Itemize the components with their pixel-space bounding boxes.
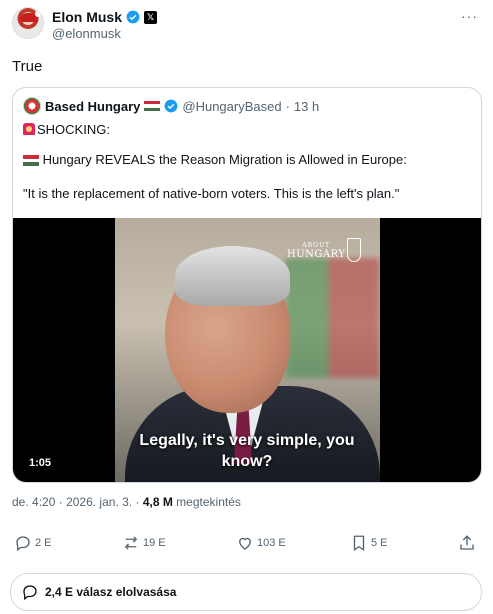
crest-icon: [347, 238, 361, 262]
caption-line-2: know?: [221, 453, 273, 470]
quoted-handle: @HungaryBased: [182, 98, 282, 114]
reply-button[interactable]: 2 E: [14, 534, 52, 552]
share-button[interactable]: [458, 534, 476, 552]
quoted-avatar[interactable]: [23, 97, 41, 115]
repost-icon: [124, 536, 138, 550]
meta-separator: ·: [58, 495, 63, 509]
video-duration: 1:05: [29, 457, 52, 469]
author-name-row: Elon Musk 𝕏: [52, 9, 158, 25]
meta-separator: ·: [135, 495, 140, 509]
video-player[interactable]: ABOUT HUNGARY Legally, it's very simple,…: [13, 218, 481, 482]
view-count: 4,8 M: [142, 495, 173, 509]
bookmark-button[interactable]: 5 E: [350, 534, 388, 552]
quoted-line-2-text: Hungary REVEALS the Reason Migration is …: [42, 152, 407, 167]
bookmark-icon: [353, 535, 365, 552]
reply-bubble-icon: [23, 585, 37, 601]
quoted-line-3: "It is the replacement of native-born vo…: [23, 186, 400, 201]
author-handle[interactable]: @elonmusk: [52, 26, 121, 41]
views-label: megtekintés: [176, 495, 241, 509]
video-caption: Legally, it's very simple, you know?: [13, 430, 481, 472]
like-button[interactable]: 103 E: [236, 534, 286, 552]
x-affiliate-icon: 𝕏: [144, 10, 158, 24]
bookmark-count: 5 E: [371, 537, 388, 549]
author-name[interactable]: Elon Musk: [52, 9, 122, 25]
siren-icon: [23, 123, 35, 135]
like-count: 103 E: [257, 537, 286, 549]
watermark-small: ABOUT: [302, 242, 331, 249]
author-avatar[interactable]: [12, 7, 44, 39]
post-text: True: [12, 58, 43, 75]
quoted-line-1-text: SHOCKING:: [37, 122, 110, 137]
hungary-flag-icon: [23, 155, 39, 167]
post-time[interactable]: de. 4:20: [12, 495, 55, 509]
quoted-line-1: SHOCKING:: [23, 121, 110, 138]
post-date[interactable]: 2026. jan. 3.: [66, 495, 132, 509]
share-icon: [460, 535, 474, 550]
quoted-post[interactable]: Based Hungary @HungaryBased · 13 h SHOCK…: [12, 87, 482, 483]
quoted-time[interactable]: 13 h: [294, 99, 319, 114]
more-options-icon[interactable]: ···: [461, 8, 478, 24]
watermark-big: HUNGARY: [287, 249, 346, 260]
heart-icon: [239, 537, 251, 550]
post-meta: de. 4:20 · 2026. jan. 3. · 4,8 M megteki…: [12, 495, 241, 509]
quoted-line-2: Hungary REVEALS the Reason Migration is …: [23, 151, 407, 168]
repost-count: 19 E: [143, 537, 166, 549]
action-bar: 2 E 19 E 103 E 5 E: [12, 534, 482, 560]
post-header: Elon Musk 𝕏 @elonmusk ···: [12, 6, 482, 46]
read-replies-label: 2,4 E válasz elolvasása: [45, 585, 177, 599]
quoted-header: Based Hungary @HungaryBased · 13 h: [23, 97, 319, 115]
verified-badge-icon: [164, 99, 178, 113]
quoted-name[interactable]: Based Hungary: [45, 99, 140, 114]
verified-badge-icon: [126, 10, 140, 24]
caption-line-1: Legally, it's very simple, you: [139, 432, 355, 449]
hungary-flag-icon: [144, 100, 161, 112]
reply-icon: [16, 536, 30, 552]
video-watermark: ABOUT HUNGARY: [287, 242, 345, 260]
repost-button[interactable]: 19 E: [122, 534, 166, 552]
read-replies-button[interactable]: 2,4 E válasz elolvasása: [10, 573, 482, 611]
reply-count: 2 E: [35, 537, 52, 549]
quoted-separator: ·: [285, 98, 290, 114]
